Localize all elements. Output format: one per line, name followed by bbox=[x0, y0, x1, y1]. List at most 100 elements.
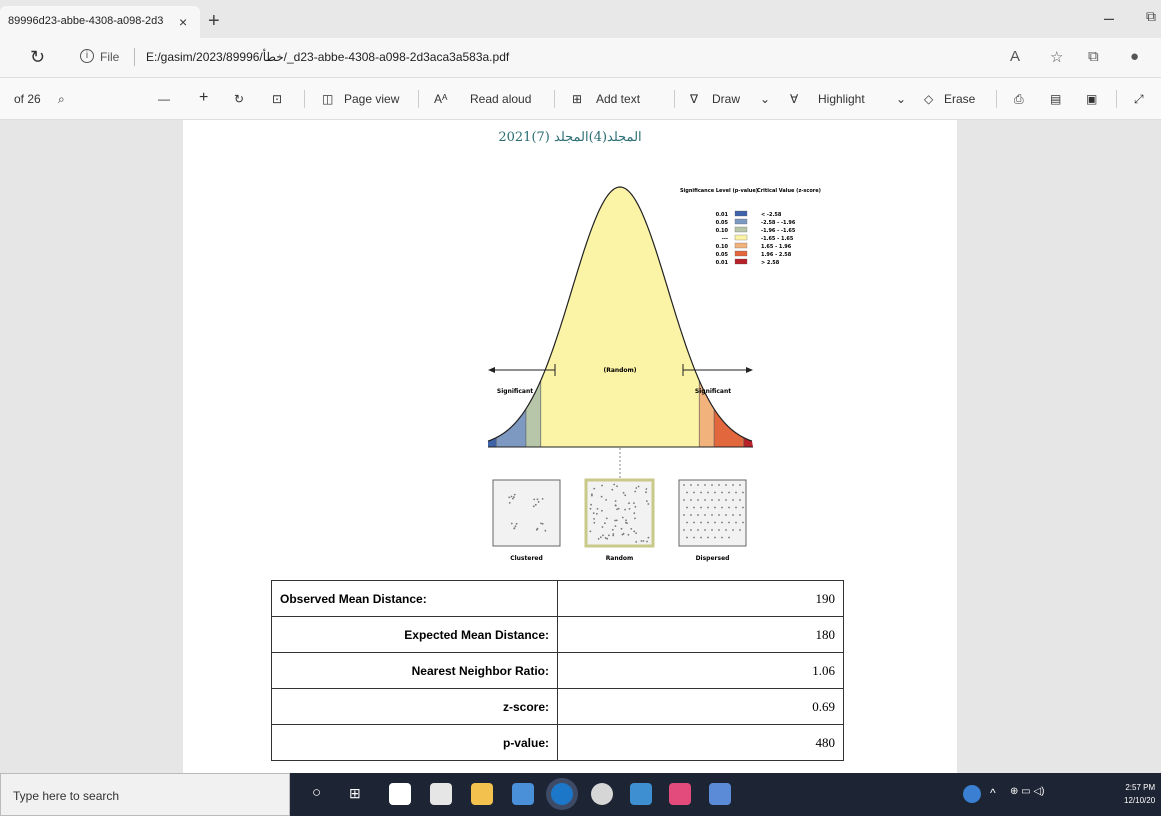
pattern-point bbox=[728, 506, 730, 509]
opera-icon[interactable] bbox=[591, 783, 613, 805]
pattern-point bbox=[725, 484, 727, 486]
pdf-viewer[interactable]: المجلد(4)المجلد (7)2021 Significant (Ran… bbox=[0, 120, 1161, 773]
print-icon[interactable]: ⎙ bbox=[1014, 92, 1024, 107]
app-icon[interactable] bbox=[630, 783, 652, 805]
add-text-button[interactable]: Add text bbox=[596, 92, 640, 106]
pattern-point bbox=[625, 521, 627, 524]
pattern-point bbox=[683, 514, 685, 516]
pattern-point bbox=[601, 509, 603, 512]
expand-icon[interactable]: ⤢ bbox=[1134, 92, 1144, 107]
profile-icon[interactable]: ● bbox=[1130, 48, 1139, 65]
pattern-point bbox=[608, 534, 610, 537]
refresh-icon[interactable]: ↻ bbox=[30, 47, 45, 68]
minimize-button[interactable]: – bbox=[1104, 8, 1114, 29]
right-arrow-head bbox=[746, 367, 753, 373]
curve-region bbox=[743, 187, 753, 447]
stat-label: Observed Mean Distance: bbox=[271, 580, 558, 617]
legend-z-value: -1.65 - 1.65 bbox=[761, 236, 794, 242]
search-icon[interactable]: ⌕ bbox=[58, 92, 65, 107]
info-icon[interactable]: i bbox=[80, 49, 94, 63]
chevron-down-icon[interactable]: ⌄ bbox=[896, 92, 906, 106]
pattern-point bbox=[686, 506, 688, 509]
pattern-point bbox=[721, 491, 723, 494]
table-row: Nearest Neighbor Ratio: 1.06 bbox=[271, 652, 844, 689]
pattern-point bbox=[599, 536, 602, 539]
legend-z-value: 1.96 - 2.58 bbox=[761, 252, 792, 258]
pattern-point bbox=[742, 521, 744, 524]
pattern-point bbox=[513, 527, 516, 530]
file-explorer-icon[interactable] bbox=[471, 783, 493, 805]
taskbar-clock[interactable]: 2:57 PM 12/10/20 bbox=[1124, 781, 1155, 807]
browser-tab[interactable]: 89996d23-abbe-4308-a098-2d3 bbox=[0, 6, 200, 38]
pattern-point bbox=[711, 529, 713, 531]
erase-button[interactable]: Erase bbox=[944, 92, 975, 106]
legend-z-value: > 2.58 bbox=[761, 260, 780, 266]
system-tray-icons[interactable]: ⊕ ▭ ◁) bbox=[1010, 786, 1044, 797]
pattern-point bbox=[707, 491, 709, 494]
favorites-icon[interactable]: ☆ bbox=[1050, 48, 1063, 66]
pattern-point bbox=[513, 496, 515, 498]
pattern-point bbox=[596, 508, 599, 510]
close-tab-icon[interactable]: × bbox=[179, 14, 187, 30]
pattern-point bbox=[612, 534, 615, 537]
pdf-page: المجلد(4)المجلد (7)2021 Significant (Ran… bbox=[183, 120, 957, 773]
url-field[interactable]: E:/gasim/2023/89996/خطأ/_d23-abbe-4308-a… bbox=[146, 50, 509, 64]
stat-value: 1.06 bbox=[557, 652, 844, 689]
pattern-point bbox=[700, 491, 702, 494]
save-icon[interactable]: ▤ bbox=[1050, 92, 1061, 106]
pattern-point bbox=[627, 533, 630, 536]
new-tab-button[interactable]: + bbox=[208, 10, 220, 33]
pattern-point bbox=[640, 540, 643, 542]
legend-title-right: Critical Value (z-score) bbox=[757, 188, 821, 194]
taskbar-search[interactable]: Type here to search bbox=[0, 773, 290, 816]
restore-button[interactable]: ⧉ bbox=[1146, 8, 1156, 25]
mail-icon[interactable] bbox=[430, 783, 452, 805]
chevron-up-icon[interactable]: ^ bbox=[990, 786, 996, 800]
collections-icon[interactable]: ⧉ bbox=[1088, 48, 1099, 65]
toolbar-divider bbox=[418, 90, 419, 108]
pattern-point bbox=[635, 487, 638, 489]
clock-date: 12/10/20 bbox=[1124, 796, 1156, 805]
zoom-out-button[interactable]: — bbox=[158, 92, 170, 106]
pattern-point bbox=[711, 514, 713, 516]
read-aloud-button[interactable]: Read aloud bbox=[470, 92, 531, 106]
dropbox-icon[interactable] bbox=[512, 783, 534, 805]
pattern-point bbox=[646, 540, 648, 543]
legend-swatch bbox=[734, 258, 748, 265]
document-icon[interactable] bbox=[709, 783, 731, 805]
amazon-icon[interactable] bbox=[389, 783, 411, 805]
stat-value: 180 bbox=[557, 616, 844, 653]
pattern-point bbox=[718, 529, 720, 531]
pattern-point bbox=[718, 499, 720, 501]
pattern-point bbox=[739, 529, 741, 531]
task-view-icon[interactable]: ⊞ bbox=[349, 785, 371, 807]
highlight-button[interactable]: Highlight bbox=[818, 92, 865, 106]
pattern-point bbox=[714, 521, 716, 524]
taskbar-search-placeholder: Type here to search bbox=[13, 789, 120, 803]
cortana-icon[interactable]: ○ bbox=[312, 784, 334, 806]
edge-icon[interactable] bbox=[551, 783, 573, 805]
chevron-down-icon[interactable]: ⌄ bbox=[760, 92, 770, 106]
help-icon[interactable] bbox=[963, 785, 981, 803]
pattern-point bbox=[704, 499, 706, 501]
pattern-point bbox=[593, 518, 595, 520]
read-mode-icon[interactable]: A bbox=[1010, 48, 1020, 65]
pattern-point bbox=[718, 514, 720, 516]
paint-icon[interactable] bbox=[669, 783, 691, 805]
legend-swatch bbox=[734, 242, 748, 249]
pattern-point bbox=[704, 514, 706, 516]
pattern-point bbox=[725, 499, 727, 501]
stat-label: z-score: bbox=[271, 688, 558, 725]
pattern-point bbox=[508, 502, 511, 504]
pattern-point bbox=[704, 484, 706, 486]
zoom-in-button[interactable]: + bbox=[199, 89, 208, 107]
fit-page-icon[interactable]: ⊡ bbox=[272, 92, 282, 106]
pattern-point bbox=[606, 537, 609, 540]
pattern-point bbox=[697, 514, 699, 516]
page-view-button[interactable]: Page view bbox=[344, 92, 399, 106]
page-count: of 26 bbox=[14, 92, 41, 106]
pattern-point bbox=[711, 499, 713, 501]
save-as-icon[interactable]: ▣ bbox=[1086, 92, 1097, 106]
rotate-icon[interactable]: ↻ bbox=[234, 92, 244, 106]
draw-button[interactable]: Draw bbox=[712, 92, 740, 106]
